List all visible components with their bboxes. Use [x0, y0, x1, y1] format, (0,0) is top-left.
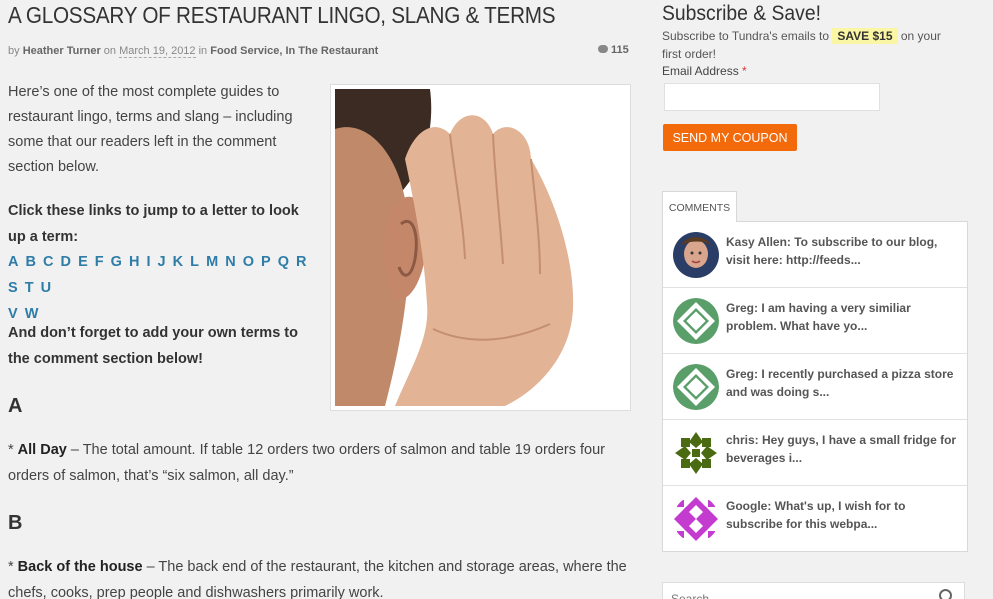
entry-all-day: * All Day – The total amount. If table 1…: [8, 437, 628, 489]
letter-link-m[interactable]: M: [206, 254, 218, 270]
category-link-food-service[interactable]: Food Service: [210, 45, 279, 57]
save-badge: SAVE $15: [832, 28, 898, 44]
subscribe-title: Subscribe & Save!: [662, 2, 821, 25]
avatar: [673, 364, 719, 410]
subscribe-text-part: Subscribe to Tundra's emails to: [662, 29, 833, 43]
category-link-in-the-restaurant[interactable]: In The Restaurant: [285, 45, 378, 57]
comment-text[interactable]: chris: Hey guys, I have a small fridge f…: [726, 431, 962, 467]
letter-link-o[interactable]: O: [243, 254, 254, 270]
avatar: [673, 232, 719, 278]
email-field[interactable]: [664, 83, 880, 111]
list-item[interactable]: Kasy Allen: To subscribe to our blog, vi…: [663, 222, 967, 288]
letter-link-q[interactable]: Q: [278, 254, 289, 270]
list-item[interactable]: Greg: I recently purchased a pizza store…: [663, 354, 967, 420]
post-title[interactable]: A GLOSSARY OF RESTAURANT LINGO, SLANG & …: [8, 2, 556, 29]
entry-bullet: *: [8, 442, 18, 458]
letter-link-j[interactable]: J: [158, 254, 166, 270]
entry-definition: – The total amount. If table 12 orders t…: [8, 442, 605, 484]
intro-paragraph: Here’s one of the most complete guides t…: [8, 84, 293, 175]
avatar: [673, 496, 719, 542]
comment-count-value: 115: [611, 44, 629, 56]
letter-link-p[interactable]: P: [261, 254, 271, 270]
post-meta: by Heather Turner on March 19, 2012 in F…: [8, 45, 378, 58]
letter-link-h[interactable]: H: [129, 254, 139, 270]
letter-link-t[interactable]: T: [25, 280, 34, 296]
letter-link-a[interactable]: A: [8, 254, 18, 270]
letter-jump-links: A B C D E F G H I J K L M N O P Q R S T …: [8, 249, 318, 327]
send-coupon-button[interactable]: SEND MY COUPON: [663, 124, 797, 151]
list-item[interactable]: Greg: I am having a very similiar proble…: [663, 288, 967, 354]
letter-link-r[interactable]: R: [296, 254, 306, 270]
comment-text[interactable]: Google: What's up, I wish for to subscri…: [726, 497, 962, 533]
category-separator: ,: [279, 45, 283, 57]
letter-link-s[interactable]: S: [8, 280, 18, 296]
avatar: [673, 430, 719, 476]
list-item[interactable]: Google: What's up, I wish for to subscri…: [663, 486, 967, 552]
required-asterisk: *: [742, 64, 747, 78]
comment-text[interactable]: Greg: I recently purchased a pizza store…: [726, 365, 962, 401]
comment-count-link[interactable]: 115: [598, 44, 629, 56]
email-label-text: Email Address: [662, 64, 739, 78]
recent-comments-list: Kasy Allen: To subscribe to our blog, vi…: [662, 221, 968, 552]
letter-links-lead: Click these links to jump to a letter to…: [8, 203, 299, 245]
search-icon[interactable]: [939, 589, 952, 599]
entry-term: Back of the house: [17, 559, 143, 575]
letter-link-c[interactable]: C: [43, 254, 53, 270]
meta-on-text: on: [103, 45, 117, 57]
ear-listening-photo: [330, 84, 631, 411]
meta-in-text: in: [198, 45, 208, 57]
avatar: [673, 298, 719, 344]
subscribe-description: Subscribe to Tundra's emails to SAVE $15…: [662, 27, 962, 63]
letter-link-f[interactable]: F: [95, 254, 104, 270]
list-item[interactable]: chris: Hey guys, I have a small fridge f…: [663, 420, 967, 486]
letter-link-b[interactable]: B: [26, 254, 36, 270]
section-heading-a: A: [8, 395, 23, 417]
comment-text[interactable]: Kasy Allen: To subscribe to our blog, vi…: [726, 233, 962, 269]
letter-link-u[interactable]: U: [41, 280, 51, 296]
letter-link-k[interactable]: K: [173, 254, 183, 270]
letter-link-l[interactable]: L: [190, 254, 199, 270]
comment-text[interactable]: Greg: I am having a very similiar proble…: [726, 299, 962, 335]
letter-link-n[interactable]: N: [225, 254, 235, 270]
tab-comments[interactable]: COMMENTS: [662, 191, 737, 222]
meta-by-text: by: [8, 45, 20, 57]
search-input[interactable]: [671, 592, 921, 599]
email-label: Email Address *: [662, 64, 747, 78]
post-date: March 19, 2012: [119, 45, 196, 58]
comment-bubble-icon: [598, 45, 608, 53]
entry-term: All Day: [17, 442, 67, 458]
letter-link-i[interactable]: I: [146, 254, 150, 270]
letter-link-g[interactable]: G: [111, 254, 122, 270]
ear-hand-illustration: [335, 89, 574, 406]
letter-link-e[interactable]: E: [78, 254, 88, 270]
add-terms-note: And don’t forget to add your own terms t…: [8, 325, 298, 367]
section-heading-b: B: [8, 512, 23, 534]
entry-back-of-the-house: * Back of the house – The back end of th…: [8, 554, 628, 599]
letter-link-d[interactable]: D: [61, 254, 71, 270]
search-box: [662, 582, 965, 599]
entry-bullet: *: [8, 559, 18, 575]
author-link[interactable]: Heather Turner: [23, 45, 101, 57]
